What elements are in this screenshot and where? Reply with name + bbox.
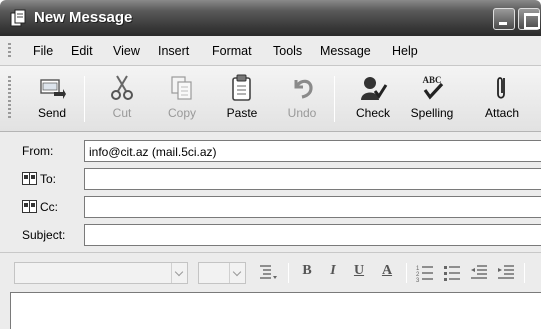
- scissors-icon: [111, 75, 133, 100]
- to-label: To:: [40, 172, 57, 186]
- toolbar-separator: [84, 76, 85, 122]
- paperclip-icon: [497, 77, 505, 99]
- underline-button[interactable]: U: [350, 263, 368, 283]
- maximize-button[interactable]: [518, 8, 540, 30]
- paste-icon: [232, 74, 251, 101]
- bulleted-list-icon[interactable]: [443, 264, 461, 282]
- check-names-button[interactable]: Check: [345, 72, 401, 128]
- menu-view[interactable]: View: [113, 44, 140, 58]
- toolbar-separator: [524, 263, 525, 283]
- standard-toolbar: Send Cut Copy Paste Undo Check ABC Spell…: [0, 66, 541, 132]
- menu-message[interactable]: Message: [320, 44, 371, 58]
- menu-tools[interactable]: Tools: [273, 44, 302, 58]
- copy-icon: [171, 76, 192, 100]
- menu-file[interactable]: File: [33, 44, 53, 58]
- svg-text:3: 3: [416, 278, 420, 282]
- message-body-editor[interactable]: [10, 292, 541, 329]
- toolbar-separator: [288, 263, 289, 283]
- subject-row: Subject:: [0, 222, 541, 248]
- toolbar-separator: [334, 76, 335, 122]
- toolbar-separator: [406, 263, 407, 283]
- send-button[interactable]: Send: [24, 72, 80, 128]
- from-row: From: info@cit.az (mail.5ci.az): [0, 138, 541, 164]
- menu-grip[interactable]: [8, 43, 11, 59]
- chevron-down-icon: [171, 263, 187, 283]
- to-row: To:: [0, 166, 541, 192]
- to-field[interactable]: [84, 168, 541, 190]
- subject-label: Subject:: [22, 228, 66, 242]
- spelling-icon: ABC: [422, 75, 444, 100]
- increase-indent-icon[interactable]: [497, 264, 515, 282]
- menu-bar: File Edit View Insert Format Tools Messa…: [0, 36, 541, 66]
- formatting-toolbar: B I U A 1 2 3: [0, 252, 541, 290]
- font-color-button[interactable]: A: [377, 263, 397, 283]
- menu-format[interactable]: Format: [212, 44, 252, 58]
- copy-button[interactable]: Copy: [154, 72, 210, 128]
- cc-row: Cc:: [0, 194, 541, 220]
- subject-field[interactable]: [84, 224, 541, 246]
- message-headers: From: info@cit.az (mail.5ci.az) To: Cc: …: [0, 132, 541, 252]
- undo-icon: [294, 79, 313, 99]
- title-bar[interactable]: New Message: [0, 0, 541, 36]
- chevron-down-icon: [229, 263, 245, 283]
- cut-button[interactable]: Cut: [94, 72, 150, 128]
- address-book-icon[interactable]: [22, 200, 37, 213]
- check-names-icon: [361, 77, 388, 100]
- window-title: New Message: [34, 9, 133, 26]
- from-label: From:: [22, 144, 54, 158]
- undo-button[interactable]: Undo: [274, 72, 330, 128]
- paragraph-style-icon[interactable]: [258, 264, 278, 282]
- menu-insert[interactable]: Insert: [158, 44, 189, 58]
- toolbar-grip[interactable]: [8, 76, 11, 120]
- send-icon: [40, 79, 66, 99]
- italic-button[interactable]: I: [325, 263, 341, 283]
- cc-field[interactable]: [84, 196, 541, 218]
- svg-text:ABC: ABC: [422, 75, 441, 85]
- attach-button[interactable]: Attach: [474, 72, 530, 128]
- bold-button[interactable]: B: [298, 263, 316, 283]
- spelling-button[interactable]: ABC Spelling: [404, 72, 460, 128]
- from-field[interactable]: info@cit.az (mail.5ci.az): [84, 140, 541, 162]
- address-book-icon[interactable]: [22, 172, 37, 185]
- new-message-icon: [10, 9, 26, 27]
- decrease-indent-icon[interactable]: [470, 264, 488, 282]
- minimize-button[interactable]: [493, 8, 515, 30]
- menu-help[interactable]: Help: [392, 44, 418, 58]
- font-size-select[interactable]: [198, 262, 246, 284]
- cc-label: Cc:: [40, 200, 58, 214]
- menu-edit[interactable]: Edit: [71, 44, 93, 58]
- paste-button[interactable]: Paste: [214, 72, 270, 128]
- numbered-list-icon[interactable]: 1 2 3: [416, 264, 434, 282]
- font-name-select[interactable]: [14, 262, 188, 284]
